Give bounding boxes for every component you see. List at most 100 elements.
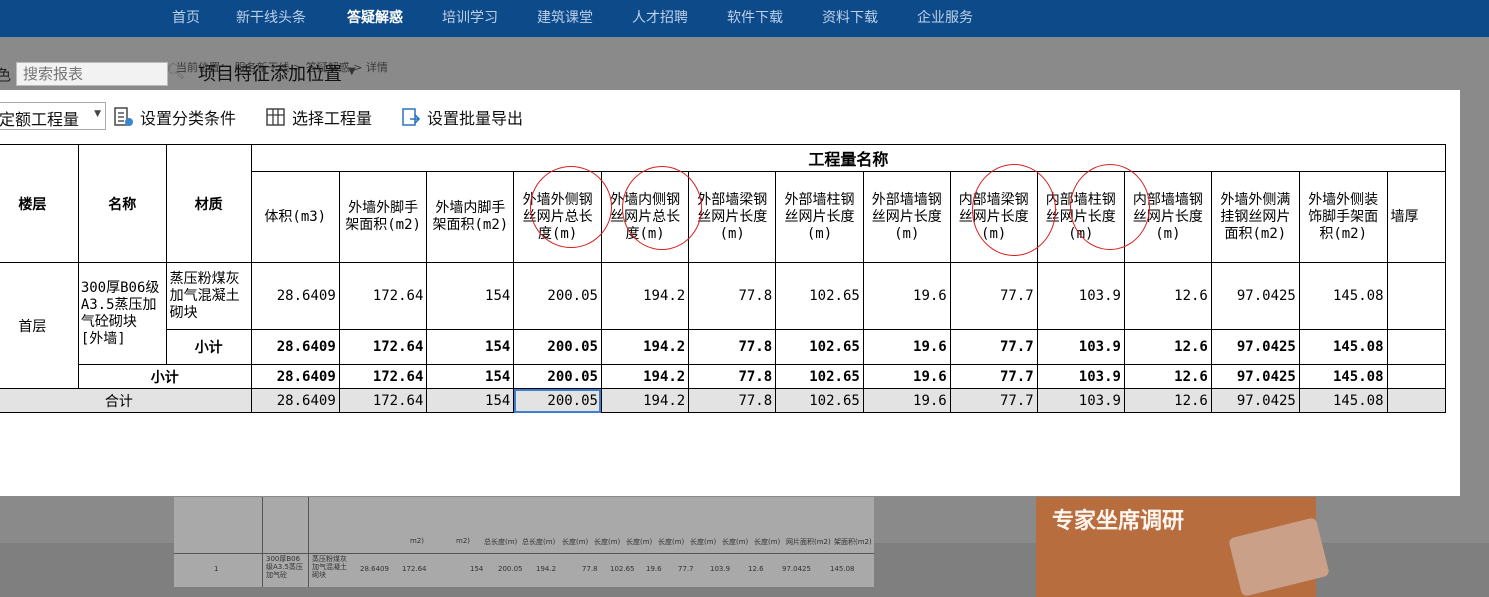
nav-item-downloads[interactable]: 资料下载 — [822, 7, 878, 27]
search-input[interactable] — [17, 63, 165, 85]
subtotal-cell[interactable]: 97.0425 — [1210, 329, 1300, 365]
subtotal-cell[interactable]: 97.0425 — [1210, 364, 1300, 389]
subtotal-cell[interactable]: 77.8 — [688, 329, 777, 365]
total-cell[interactable]: 154 — [426, 388, 515, 413]
search-icon[interactable]: 🔍︎ — [166, 62, 185, 80]
nav-item-headlines[interactable]: 新干线头条 — [236, 7, 306, 27]
column-header[interactable]: 外部墙柱钢丝网片长度(m) — [775, 171, 864, 263]
subtotal-cell[interactable]: 12.6 — [1123, 329, 1212, 365]
subtotal-cell[interactable]: 154 — [426, 329, 515, 365]
subtotal-cell[interactable]: 28.6409 — [250, 329, 340, 365]
thumb-cell: 28.6409 — [360, 565, 389, 573]
subtotal-cell[interactable]: 103.9 — [1036, 329, 1125, 365]
thumb-header: 网片面积(m2) — [786, 538, 831, 546]
ad-banner[interactable]: 专家坐席调研 — [1036, 497, 1330, 597]
subtotal-cell[interactable]: 77.7 — [949, 329, 1038, 365]
column-header[interactable]: 外部墙墙钢丝网片长度(m) — [862, 171, 951, 263]
cell-material: 蒸压粉煤灰加气混凝土砌块 — [165, 262, 252, 330]
subtotal-cell[interactable]: 77.7 — [949, 364, 1038, 389]
subtotal-cell[interactable]: 103.9 — [1036, 364, 1125, 389]
subtotal-cell[interactable]: 19.6 — [862, 364, 951, 389]
total-cell[interactable]: 102.65 — [775, 388, 864, 413]
column-header[interactable]: 外墙外侧钢丝网片总长度(m) — [513, 171, 602, 263]
table-cell[interactable] — [1386, 262, 1447, 330]
total-cell[interactable]: 97.0425 — [1210, 388, 1300, 413]
table-cell[interactable]: 77.7 — [949, 262, 1038, 330]
subtotal-cell[interactable]: 145.08 — [1298, 364, 1388, 389]
chevron-down-icon[interactable]: ▼ — [348, 66, 356, 77]
column-header[interactable]: 外墙内侧钢丝网片总长度(m) — [600, 171, 690, 263]
nav-item-training[interactable]: 培训学习 — [442, 7, 498, 27]
subtotal-cell[interactable] — [1386, 329, 1447, 365]
column-header[interactable]: 内部墙墙钢丝网片长度(m) — [1123, 171, 1212, 263]
thumb-cell: 77.8 — [582, 565, 598, 573]
subtotal-cell[interactable]: 145.08 — [1298, 329, 1388, 365]
thumb-cell: 97.0425 — [782, 565, 811, 573]
subtotal-cell[interactable]: 102.65 — [775, 364, 864, 389]
total-cell[interactable]: 194.2 — [600, 388, 690, 413]
total-cell[interactable]: 145.08 — [1298, 388, 1388, 413]
nav-item-enterprise[interactable]: 企业服务 — [917, 7, 973, 27]
subtotal-cell[interactable]: 102.65 — [775, 329, 864, 365]
batch-export-button[interactable]: 设置批量导出 — [400, 104, 523, 130]
subtotal-cell[interactable]: 12.6 — [1123, 364, 1212, 389]
table-cell[interactable]: 102.65 — [775, 262, 864, 330]
subtotal-cell[interactable]: 194.2 — [600, 329, 690, 365]
table-cell[interactable]: 19.6 — [862, 262, 951, 330]
subtotal-cell[interactable]: 154 — [426, 364, 515, 389]
nav-item-qa[interactable]: 答疑解惑 — [347, 7, 403, 27]
table-cell[interactable]: 154 — [426, 262, 515, 330]
total-cell-selected[interactable]: 200.05 — [513, 388, 602, 413]
column-header[interactable]: 外墙外脚手架面积(m2) — [338, 171, 428, 263]
table-cell[interactable]: 200.05 — [513, 262, 602, 330]
set-category-button[interactable]: 设置分类条件 — [113, 104, 236, 130]
subtotal-cell[interactable]: 77.8 — [688, 364, 777, 389]
total-cell[interactable]: 19.6 — [862, 388, 951, 413]
subtotal-cell[interactable]: 194.2 — [600, 364, 690, 389]
total-cell[interactable]: 172.64 — [338, 388, 428, 413]
table-cell[interactable]: 103.9 — [1036, 262, 1125, 330]
total-cell[interactable]: 28.6409 — [250, 388, 340, 413]
table-cell[interactable]: 28.6409 — [250, 262, 340, 330]
total-cell[interactable]: 103.9 — [1036, 388, 1125, 413]
column-header[interactable]: 墙厚 — [1386, 171, 1447, 263]
nav-item-jobs[interactable]: 人才招聘 — [632, 7, 688, 27]
total-cell[interactable]: 77.7 — [949, 388, 1038, 413]
table-cell[interactable]: 12.6 — [1123, 262, 1212, 330]
subtotal-cell[interactable]: 200.05 — [513, 364, 602, 389]
column-header[interactable]: 内部墙柱钢丝网片长度(m) — [1036, 171, 1125, 263]
cell-floor: 首层 — [0, 262, 79, 389]
subtotal-cell[interactable]: 172.64 — [338, 329, 428, 365]
column-header[interactable]: 外墙内脚手架面积(m2) — [426, 171, 515, 263]
grid-select-icon — [265, 106, 287, 128]
total-cell[interactable]: 77.8 — [688, 388, 777, 413]
nav-item-software[interactable]: 软件下载 — [727, 7, 783, 27]
subtotal-cell[interactable] — [1386, 364, 1447, 389]
column-header[interactable]: 外部墙梁钢丝网片长度(m) — [688, 171, 777, 263]
subtotal-cell[interactable]: 19.6 — [862, 329, 951, 365]
column-header[interactable]: 外墙外侧满挂钢丝网片面积(m2) — [1210, 171, 1300, 263]
grand-total-label: 合计 — [0, 388, 252, 413]
table-cell[interactable]: 145.08 — [1298, 262, 1388, 330]
thumb-cell: 300厚B06级A3.5蒸压加气砼 — [266, 555, 303, 579]
table-cell[interactable]: 172.64 — [338, 262, 428, 330]
report-toolbar: 定额工程量 ▼ 设置分类条件 选择工程量 设置批量导出 — [0, 90, 1460, 144]
column-header[interactable]: 内部墙梁钢丝网片长度(m) — [949, 171, 1038, 263]
quantity-type-select[interactable]: 定额工程量 ▼ — [0, 102, 106, 130]
nav-item-home[interactable]: 首页 — [172, 7, 200, 27]
nav-item-classroom[interactable]: 建筑课堂 — [537, 7, 593, 27]
column-header[interactable]: 体积(m3) — [250, 171, 340, 263]
column-header[interactable]: 外墙外侧装饰脚手架面积(m2) — [1298, 171, 1388, 263]
header-floor: 楼层 — [0, 144, 79, 263]
subtotal-cell[interactable]: 172.64 — [338, 364, 428, 389]
table-cell[interactable]: 97.0425 — [1210, 262, 1300, 330]
total-cell[interactable]: 12.6 — [1123, 388, 1212, 413]
total-cell[interactable] — [1386, 388, 1447, 413]
feature-position-dropdown[interactable]: 项目特征添加位置 — [198, 60, 342, 86]
table-cell[interactable]: 77.8 — [688, 262, 777, 330]
table-cell[interactable]: 194.2 — [600, 262, 690, 330]
subtotal-cell[interactable]: 200.05 — [513, 329, 602, 365]
select-quantity-button[interactable]: 选择工程量 — [265, 104, 372, 130]
select-quantity-label: 选择工程量 — [292, 109, 373, 128]
subtotal-cell[interactable]: 28.6409 — [250, 364, 340, 389]
